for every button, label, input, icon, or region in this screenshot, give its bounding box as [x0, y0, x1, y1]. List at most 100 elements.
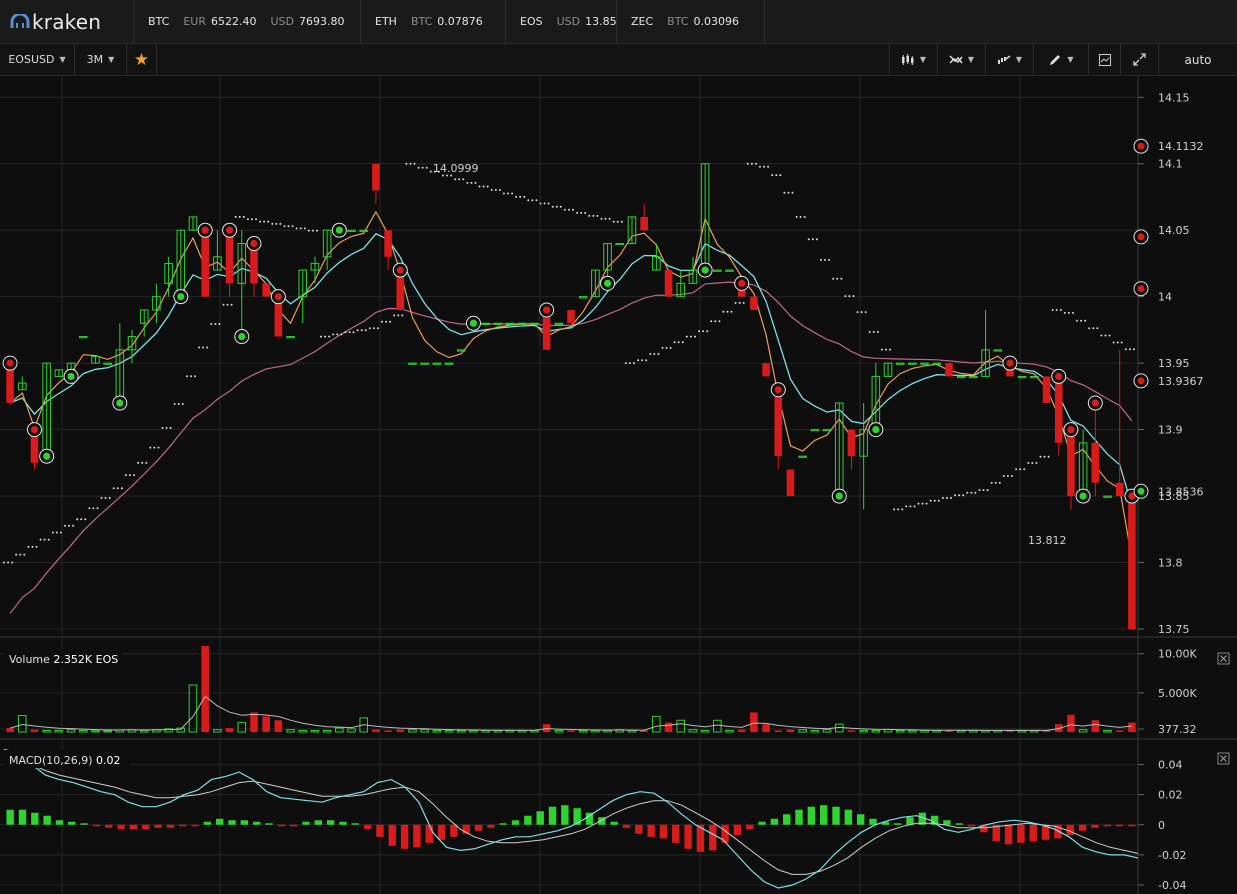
ticker-eos[interactable]: EOS USD 13.85 — [506, 0, 617, 44]
sar-dot — [385, 320, 388, 323]
sar-dot — [608, 217, 611, 220]
sar-dot — [498, 189, 501, 191]
trade-marker-dot — [1006, 359, 1014, 367]
screenshot-button[interactable] — [1088, 44, 1120, 75]
sar-dot — [885, 348, 887, 351]
sar-dot — [3, 561, 5, 564]
kraken-logo-icon — [10, 13, 30, 28]
fullscreen-button[interactable] — [1120, 44, 1158, 75]
sar-dot — [917, 502, 920, 505]
volume-bar — [396, 729, 405, 732]
candle-body — [786, 469, 795, 497]
sar-dot — [815, 238, 818, 241]
macd-histogram-bar — [819, 805, 828, 825]
ticker-value: 6522.40 — [210, 15, 257, 28]
sar-dot — [734, 301, 737, 304]
trade-marker-dot — [1055, 372, 1063, 381]
candle-type-button[interactable]: ▼ — [889, 44, 937, 75]
volume-bar — [30, 729, 39, 732]
ticker-currency: BTC — [667, 15, 689, 28]
sar-dot — [51, 531, 54, 534]
sar-dot — [799, 216, 802, 218]
macd-histogram-bar — [474, 824, 483, 831]
sar-dot — [405, 162, 408, 165]
sar-dot — [840, 277, 843, 280]
sar-dot — [1112, 341, 1115, 344]
macd-tick-label: 0 — [1158, 819, 1165, 832]
sar-dot — [226, 303, 229, 306]
volume-bar — [384, 730, 392, 732]
macd-histogram-bar — [967, 824, 976, 827]
ticker-value: 0.07876 — [437, 15, 483, 28]
sar-dot — [568, 208, 570, 211]
volume-bar — [774, 730, 783, 732]
ticker-zec[interactable]: ZEC BTC 0.03096 — [617, 0, 765, 44]
interval-selector[interactable]: 3M ▼ — [75, 44, 127, 75]
volume-bar — [1115, 730, 1124, 732]
sar-dot — [694, 335, 696, 338]
volume-bar — [786, 729, 795, 732]
sar-dot — [669, 346, 672, 349]
ticker-currency: USD — [556, 15, 581, 28]
sar-dot — [994, 481, 997, 484]
macd-histogram-bar — [277, 824, 286, 827]
sar-dot — [856, 311, 859, 314]
price-chart[interactable]: 14.1514.114.051413.9513.913.8513.813.751… — [0, 76, 1237, 894]
sar-dot — [616, 220, 619, 223]
sar-dot — [1128, 348, 1131, 351]
sar-dot — [905, 505, 908, 508]
sar-dot — [612, 220, 615, 223]
sar-dot — [584, 211, 587, 214]
sar-dot — [31, 545, 34, 548]
macd-histogram-bar — [733, 824, 742, 836]
macd-histogram-bar — [844, 809, 853, 825]
sar-dot — [1027, 462, 1030, 464]
sar-dot — [836, 277, 839, 280]
sar-dot — [1055, 309, 1058, 311]
sar-dot — [173, 403, 176, 405]
sar-dot — [88, 507, 91, 510]
ticker-eth[interactable]: ETH BTC 0.07876 — [361, 0, 506, 44]
price-tick-label: 13.8 — [1158, 557, 1183, 570]
draw-icon — [1050, 54, 1061, 65]
favorite-button[interactable]: ★ — [127, 44, 157, 75]
volume-bar — [762, 724, 770, 732]
sar-dot — [665, 346, 668, 349]
sar-dot — [722, 310, 725, 313]
macd-histogram-bar — [413, 824, 421, 848]
sar-dot — [1047, 455, 1050, 458]
sar-dot — [527, 199, 530, 202]
sar-dot — [661, 346, 664, 349]
ticker-symbol: ZEC — [631, 15, 654, 28]
sar-dot — [795, 216, 798, 218]
macd-histogram-bar — [524, 815, 532, 825]
sar-dot — [657, 353, 660, 355]
indicators-button[interactable]: ▼ — [937, 44, 985, 75]
macd-histogram-bar — [511, 820, 520, 825]
macd-histogram-bar — [499, 823, 507, 825]
sar-dot — [64, 524, 66, 527]
kraken-logo[interactable]: kraken — [0, 0, 134, 44]
sar-dot — [547, 202, 550, 205]
compare-button[interactable]: ▼ — [985, 44, 1033, 75]
sar-dot — [950, 497, 952, 499]
sar-dot — [1092, 327, 1095, 330]
sar-dot — [202, 346, 205, 349]
sar-dot — [1067, 311, 1070, 314]
sar-dot — [1031, 462, 1034, 464]
sar-dot — [1023, 468, 1026, 471]
pair-selector[interactable]: EOSUSD ▼ — [0, 44, 75, 75]
macd-histogram-bar — [388, 824, 396, 846]
sar-dot — [628, 362, 631, 365]
macd-histogram-bar — [18, 809, 27, 825]
sar-dot — [466, 181, 469, 184]
sar-dot — [860, 311, 863, 314]
ticker-btc[interactable]: BTC EUR 6522.40 USD 7693.80 — [134, 0, 361, 44]
sar-dot — [783, 191, 786, 194]
scale-mode-button[interactable]: auto — [1158, 44, 1237, 75]
ticker-symbol: ETH — [375, 15, 397, 28]
draw-button[interactable]: ▼ — [1033, 44, 1088, 75]
star-icon: ★ — [133, 49, 150, 70]
sar-dot — [1076, 319, 1078, 322]
volume-label: Volume — [9, 653, 50, 666]
